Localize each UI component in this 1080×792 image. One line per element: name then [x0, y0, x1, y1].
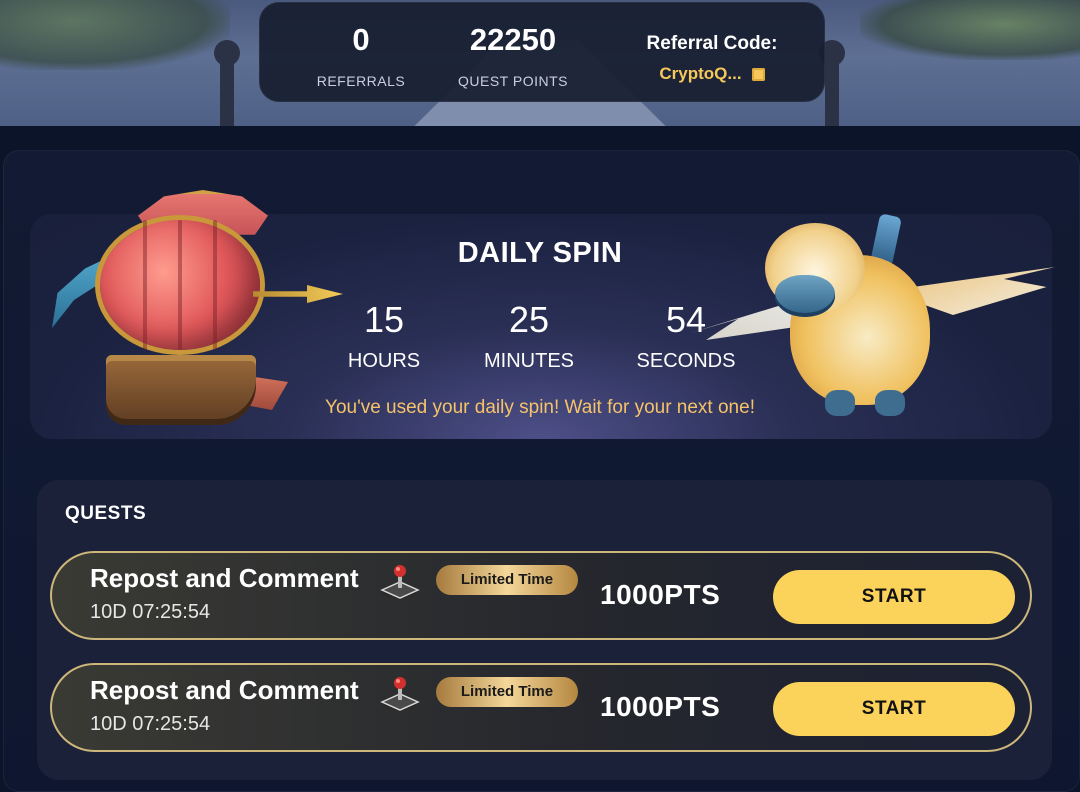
- minutes-value: 25: [508, 299, 550, 340]
- bird-beak: [775, 275, 835, 317]
- banner-scenery-left: [0, 0, 230, 70]
- referrals-stat: 0 REFERRALS: [286, 21, 436, 89]
- joystick-icon: [380, 565, 420, 599]
- referral-code-value: CryptoQ...: [659, 64, 742, 83]
- limited-time-badge: Limited Time: [436, 677, 578, 707]
- start-button[interactable]: START: [773, 570, 1015, 624]
- bird-illustration: [690, 213, 1055, 435]
- countdown-hours: 15 HOURS: [314, 300, 454, 373]
- airship-hull: [106, 355, 256, 425]
- start-button[interactable]: START: [773, 682, 1015, 736]
- hours-label: HOURS: [347, 350, 421, 372]
- quest-row: Repost and Comment Limited Time 10D 07:2…: [50, 663, 1032, 752]
- copy-icon[interactable]: [751, 67, 765, 81]
- bridge-post: [214, 40, 240, 126]
- quest-name: Repost and Comment: [90, 675, 359, 705]
- minutes-label: MINUTES: [484, 350, 574, 372]
- quest-timer: 10D 07:25:54: [90, 713, 211, 735]
- quest-points-label: QUEST POINTS: [458, 73, 568, 89]
- quest-timer: 10D 07:25:54: [90, 601, 211, 623]
- referrals-count: 0: [352, 22, 370, 57]
- quests-title: QUESTS: [65, 503, 147, 524]
- banner-scenery-right: [860, 0, 1080, 60]
- referral-code-title: Referral Code:: [646, 33, 778, 54]
- stats-panel: 0 REFERRALS 22250 QUEST POINTS Referral …: [259, 2, 825, 102]
- quest-points: 1000PTS: [600, 691, 721, 722]
- referral-code: Referral Code: CryptoQ...: [612, 33, 812, 84]
- bird-foot: [875, 390, 905, 416]
- bird-foot: [825, 390, 855, 416]
- limited-time-badge: Limited Time: [436, 565, 578, 595]
- countdown-minutes: 25 MINUTES: [459, 300, 599, 373]
- quest-points-stat: 22250 QUEST POINTS: [438, 21, 588, 89]
- referral-code-copy[interactable]: CryptoQ...: [659, 64, 765, 84]
- quest-points: 1000PTS: [600, 579, 721, 610]
- referrals-label: REFERRALS: [316, 73, 406, 89]
- bridge-post: [819, 40, 845, 126]
- quest-points-count: 22250: [469, 22, 557, 57]
- hours-value: 15: [363, 299, 405, 340]
- joystick-icon: [380, 677, 420, 711]
- quest-row: Repost and Comment Limited Time 10D 07:2…: [50, 551, 1032, 640]
- quest-name: Repost and Comment: [90, 563, 359, 593]
